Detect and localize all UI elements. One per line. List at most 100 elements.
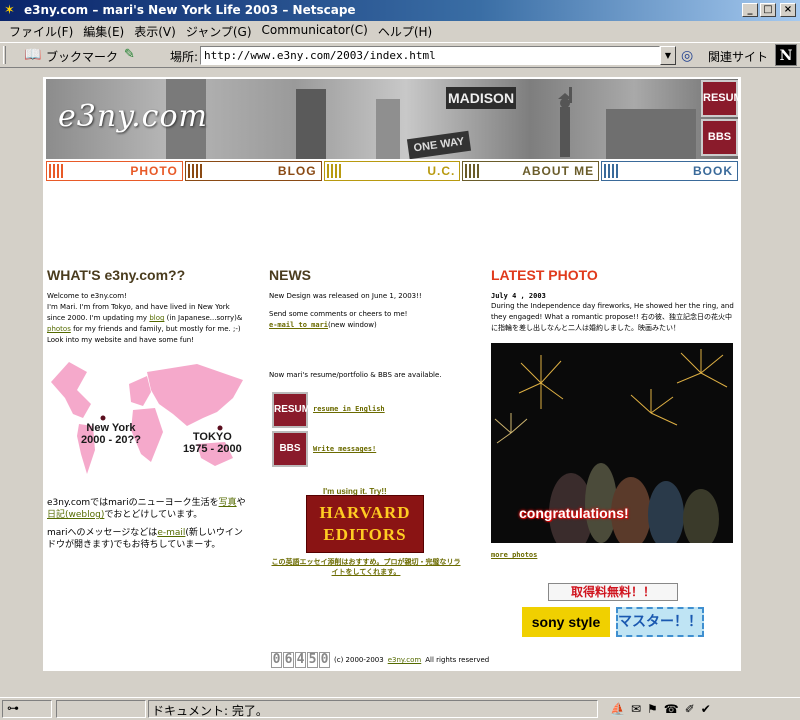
- nav-blog[interactable]: BLOG: [184, 161, 322, 181]
- harvard-editors-banner[interactable]: HARVARD EDITORS: [306, 495, 424, 553]
- nav-bars-icon: [326, 164, 341, 178]
- nav-bars-icon: [49, 164, 63, 178]
- map-tokyo-years: 1975 - 2000: [183, 443, 242, 455]
- whats-heading: WHAT'S e3ny.com??: [47, 267, 186, 283]
- welcome-text: Welcome to e3ny.com! I'm Mari. I'm from …: [47, 291, 243, 346]
- nav-about-me[interactable]: ABOUT ME: [462, 161, 600, 181]
- page-footer: 0 6 4 5 0 (c) 2000-2003 e3ny.com All rig…: [271, 652, 489, 668]
- netscape-logo[interactable]: N: [775, 44, 797, 66]
- map-ny-name: New York: [86, 422, 136, 434]
- map-new-york-label: New York 2000 - 20??: [81, 422, 141, 446]
- north-america-shape: [51, 362, 91, 418]
- header-resume-button[interactable]: RESUME: [701, 80, 738, 117]
- footer-site-link[interactable]: e3ny.com: [388, 656, 422, 664]
- netscape-icon: ✶: [4, 3, 15, 18]
- url-dropdown-button[interactable]: ▼: [660, 46, 676, 65]
- browser-viewport[interactable]: e3ny.com MADISON ONE WAY RESUME BBS PHOT…: [0, 69, 784, 689]
- vertical-scrollbar[interactable]: [784, 69, 800, 689]
- status-bar: ⊶ ドキュメント: 完了。 ⛵ ✉ ⚑ ☎ ✐ ✔: [0, 697, 800, 720]
- nav-bars-icon: [465, 164, 480, 178]
- toolbar-grip[interactable]: [3, 46, 6, 64]
- menu-go[interactable]: ジャンプ(G): [183, 21, 259, 41]
- newsgroup-icon[interactable]: ⚑: [647, 702, 658, 716]
- progress-cell: [56, 700, 146, 718]
- aim-icon[interactable]: ✔: [701, 702, 711, 716]
- nav-photo[interactable]: PHOTO: [46, 161, 183, 181]
- bookmark-icon[interactable]: 📖: [24, 47, 46, 63]
- news-item-resume: Now mari's resume/portfolio & BBS are av…: [269, 371, 442, 379]
- nav-uc[interactable]: U.C.: [323, 161, 461, 181]
- blog-link[interactable]: blog: [149, 314, 164, 322]
- nav-label: PHOTO: [130, 164, 178, 178]
- resume-link[interactable]: resume in English: [313, 405, 385, 413]
- news-item-comments: Send some comments or cheers to me! e-ma…: [269, 309, 489, 331]
- harvard-note-link[interactable]: この英語エッセイ添削はおすすめ。プロが親切・完璧なリライトをしてくれます。: [269, 557, 463, 577]
- related-sites-button[interactable]: 関連サイト: [708, 48, 768, 65]
- welcome-paragraph: I'm Mari. I'm from Tokyo, and have lived…: [47, 302, 243, 335]
- map-ny-years: 2000 - 20??: [81, 434, 141, 446]
- page-proxy-icon[interactable]: ✎: [124, 47, 135, 62]
- rights-text: All rights reserved: [425, 656, 490, 664]
- oneway-sign: ONE WAY: [406, 130, 472, 159]
- tokyo-marker: [217, 425, 223, 431]
- free-fee-banner[interactable]: 取得料無料！！: [548, 583, 678, 601]
- photo-description: During the Independence day fireworks, H…: [491, 302, 734, 332]
- nav-label: ABOUT ME: [522, 164, 595, 178]
- security-icon-cell[interactable]: ⊶: [2, 700, 52, 718]
- japanese-intro: e3ny.comではmariのニューヨーク生活を写真や日記(weblog)でおと…: [47, 497, 247, 521]
- site-logo[interactable]: e3ny.com: [58, 99, 208, 134]
- counter-digit: 0: [271, 652, 282, 668]
- window-controls: _ □ ×: [742, 3, 796, 17]
- jp-email-link[interactable]: e-mail: [157, 528, 185, 538]
- map-tokyo-label: TOKYO 1975 - 2000: [183, 431, 242, 455]
- location-label: 場所:: [170, 50, 199, 64]
- photos-link[interactable]: photos: [47, 325, 71, 333]
- main-nav: PHOTO BLOG U.C. ABOUT ME BOOK: [46, 161, 738, 181]
- url-field[interactable]: http://www.e3ny.com/2003/index.html: [200, 46, 660, 65]
- minimize-button[interactable]: _: [742, 3, 758, 17]
- jp-text-line: mariへのメッセージなどは: [47, 528, 158, 538]
- hit-counter: 0 6 4 5 0: [271, 652, 330, 668]
- header-banner: e3ny.com MADISON ONE WAY RESUME BBS: [46, 79, 738, 159]
- menu-help[interactable]: ヘルプ(H): [375, 21, 439, 41]
- madison-sign: MADISON: [446, 87, 516, 109]
- statue-of-liberty-image: [558, 87, 572, 157]
- header-bbs-button[interactable]: BBS: [701, 119, 738, 156]
- master-banner[interactable]: マスター！！: [616, 607, 704, 637]
- address-book-icon[interactable]: ☎: [664, 702, 679, 716]
- menu-view[interactable]: 表示(V): [131, 21, 183, 41]
- composer-icon[interactable]: ✐: [685, 702, 695, 716]
- counter-digit: 0: [319, 652, 330, 668]
- jp-text-line: e3ny.comではmariのニューヨーク生活を: [47, 498, 219, 508]
- japanese-message: mariへのメッセージなどはe-mail(新しいウインドウが開きます)でもお待ち…: [47, 527, 247, 551]
- empire-state-image: [296, 89, 326, 159]
- welcome-line: Welcome to e3ny.com!: [47, 292, 127, 300]
- maximize-button[interactable]: □: [760, 3, 776, 17]
- connection-icon: ⊶: [7, 701, 19, 715]
- bbs-button[interactable]: BBS: [272, 431, 308, 467]
- resume-button[interactable]: RESUME: [272, 392, 317, 428]
- menu-communicator[interactable]: Communicator(C): [259, 21, 375, 41]
- jp-diary-link[interactable]: 日記(weblog): [47, 510, 104, 520]
- bookmark-button[interactable]: ブックマーク: [46, 48, 118, 65]
- jp-photo-link[interactable]: 写真: [219, 498, 237, 508]
- related-sites-icon[interactable]: ◎: [681, 47, 703, 65]
- jp-text-line: や: [236, 498, 246, 508]
- harvard-line: EDITORS: [323, 525, 407, 544]
- counter-digit: 4: [295, 652, 306, 668]
- bbs-link[interactable]: Write messages!: [313, 445, 376, 453]
- fireworks-photo[interactable]: congratulations!: [491, 343, 733, 543]
- welcome-line: Look into my website and have some fun!: [47, 336, 195, 344]
- title-bar[interactable]: ✶ e3ny.com – mari's New York Life 2003 –…: [0, 0, 800, 21]
- mail-icon[interactable]: ✉: [631, 702, 641, 716]
- close-button[interactable]: ×: [780, 3, 796, 17]
- menu-file[interactable]: ファイル(F): [6, 21, 80, 41]
- menu-edit[interactable]: 編集(E): [80, 21, 131, 41]
- navigator-icon[interactable]: ⛵: [610, 702, 625, 716]
- welcome-line: for my friends and family, but mostly fo…: [73, 325, 241, 333]
- nav-bars-icon: [187, 164, 202, 178]
- sony-style-banner[interactable]: sony style: [522, 607, 610, 637]
- nav-book[interactable]: BOOK: [601, 161, 738, 181]
- email-mari-link[interactable]: e-mail to mari: [269, 321, 328, 329]
- more-photos-link[interactable]: more photos: [491, 551, 537, 559]
